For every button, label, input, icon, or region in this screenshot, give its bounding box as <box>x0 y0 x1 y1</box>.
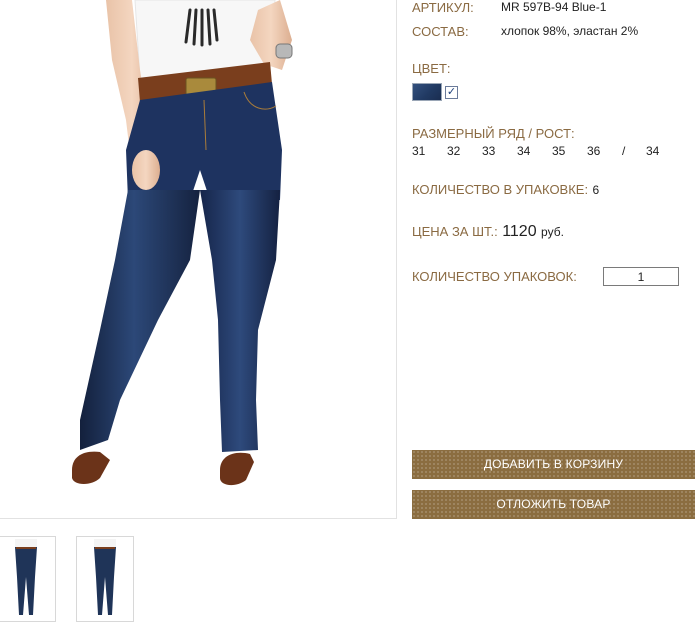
thumbnail-back[interactable] <box>76 536 134 622</box>
price-label: ЦЕНА ЗА ШТ.: <box>412 224 498 239</box>
size-separator: / <box>622 144 626 158</box>
jeans-model-photo <box>72 0 293 486</box>
size-item: 34 <box>517 144 531 158</box>
composition-row: СОСТАВ: хлопок 98%, эластан 2% <box>412 23 638 41</box>
article-label: АРТИКУЛ: <box>412 0 474 15</box>
product-main-image[interactable] <box>0 0 397 519</box>
size-item: 32 <box>447 144 461 158</box>
size-item: 36 <box>587 144 601 158</box>
add-to-cart-button[interactable]: ДОБАВИТЬ В КОРЗИНУ <box>412 450 695 479</box>
color-options: ✓ <box>412 83 458 101</box>
size-item: 31 <box>412 144 426 158</box>
color-label: ЦВЕТ: <box>412 61 451 76</box>
article-value: MR 597B-94 Blue-1 <box>501 0 607 14</box>
article-row: АРТИКУЛ: MR 597B-94 Blue-1 <box>412 0 606 17</box>
thumbnail-back-image <box>94 539 116 615</box>
postpone-button[interactable]: ОТЛОЖИТЬ ТОВАР <box>412 490 695 519</box>
pack-quantity-label: КОЛИЧЕСТВО В УПАКОВКЕ: <box>412 182 589 197</box>
pack-quantity-row: КОЛИЧЕСТВО В УПАКОВКЕ: 6 <box>412 181 599 199</box>
pack-quantity-value: 6 <box>592 183 600 197</box>
price-row: ЦЕНА ЗА ШТ.: 1120 руб. <box>412 223 564 241</box>
thumbnail-front[interactable] <box>0 536 56 622</box>
packs-quantity-input[interactable] <box>603 267 679 286</box>
packs-label: КОЛИЧЕСТВО УПАКОВОК: <box>412 269 577 284</box>
composition-label: СОСТАВ: <box>412 24 469 39</box>
price-value: 1120 <box>502 223 537 240</box>
color-swatch-blue[interactable] <box>412 83 442 101</box>
size-item: 33 <box>482 144 496 158</box>
size-label: РАЗМЕРНЫЙ РЯД / РОСТ: <box>412 126 575 141</box>
size-list: 31 32 33 34 35 36 / 34 <box>412 144 666 158</box>
packs-row: КОЛИЧЕСТВО УПАКОВОК: <box>412 268 577 286</box>
size-row: РАЗМЕРНЫЙ РЯД / РОСТ: <box>412 125 575 143</box>
thumbnail-front-image <box>15 539 37 615</box>
price-currency: руб. <box>541 225 564 239</box>
color-checkbox[interactable]: ✓ <box>445 85 458 99</box>
height-item: 34 <box>646 144 660 158</box>
size-item: 35 <box>552 144 566 158</box>
composition-value: хлопок 98%, эластан 2% <box>501 24 639 38</box>
color-row: ЦВЕТ: <box>412 60 451 78</box>
